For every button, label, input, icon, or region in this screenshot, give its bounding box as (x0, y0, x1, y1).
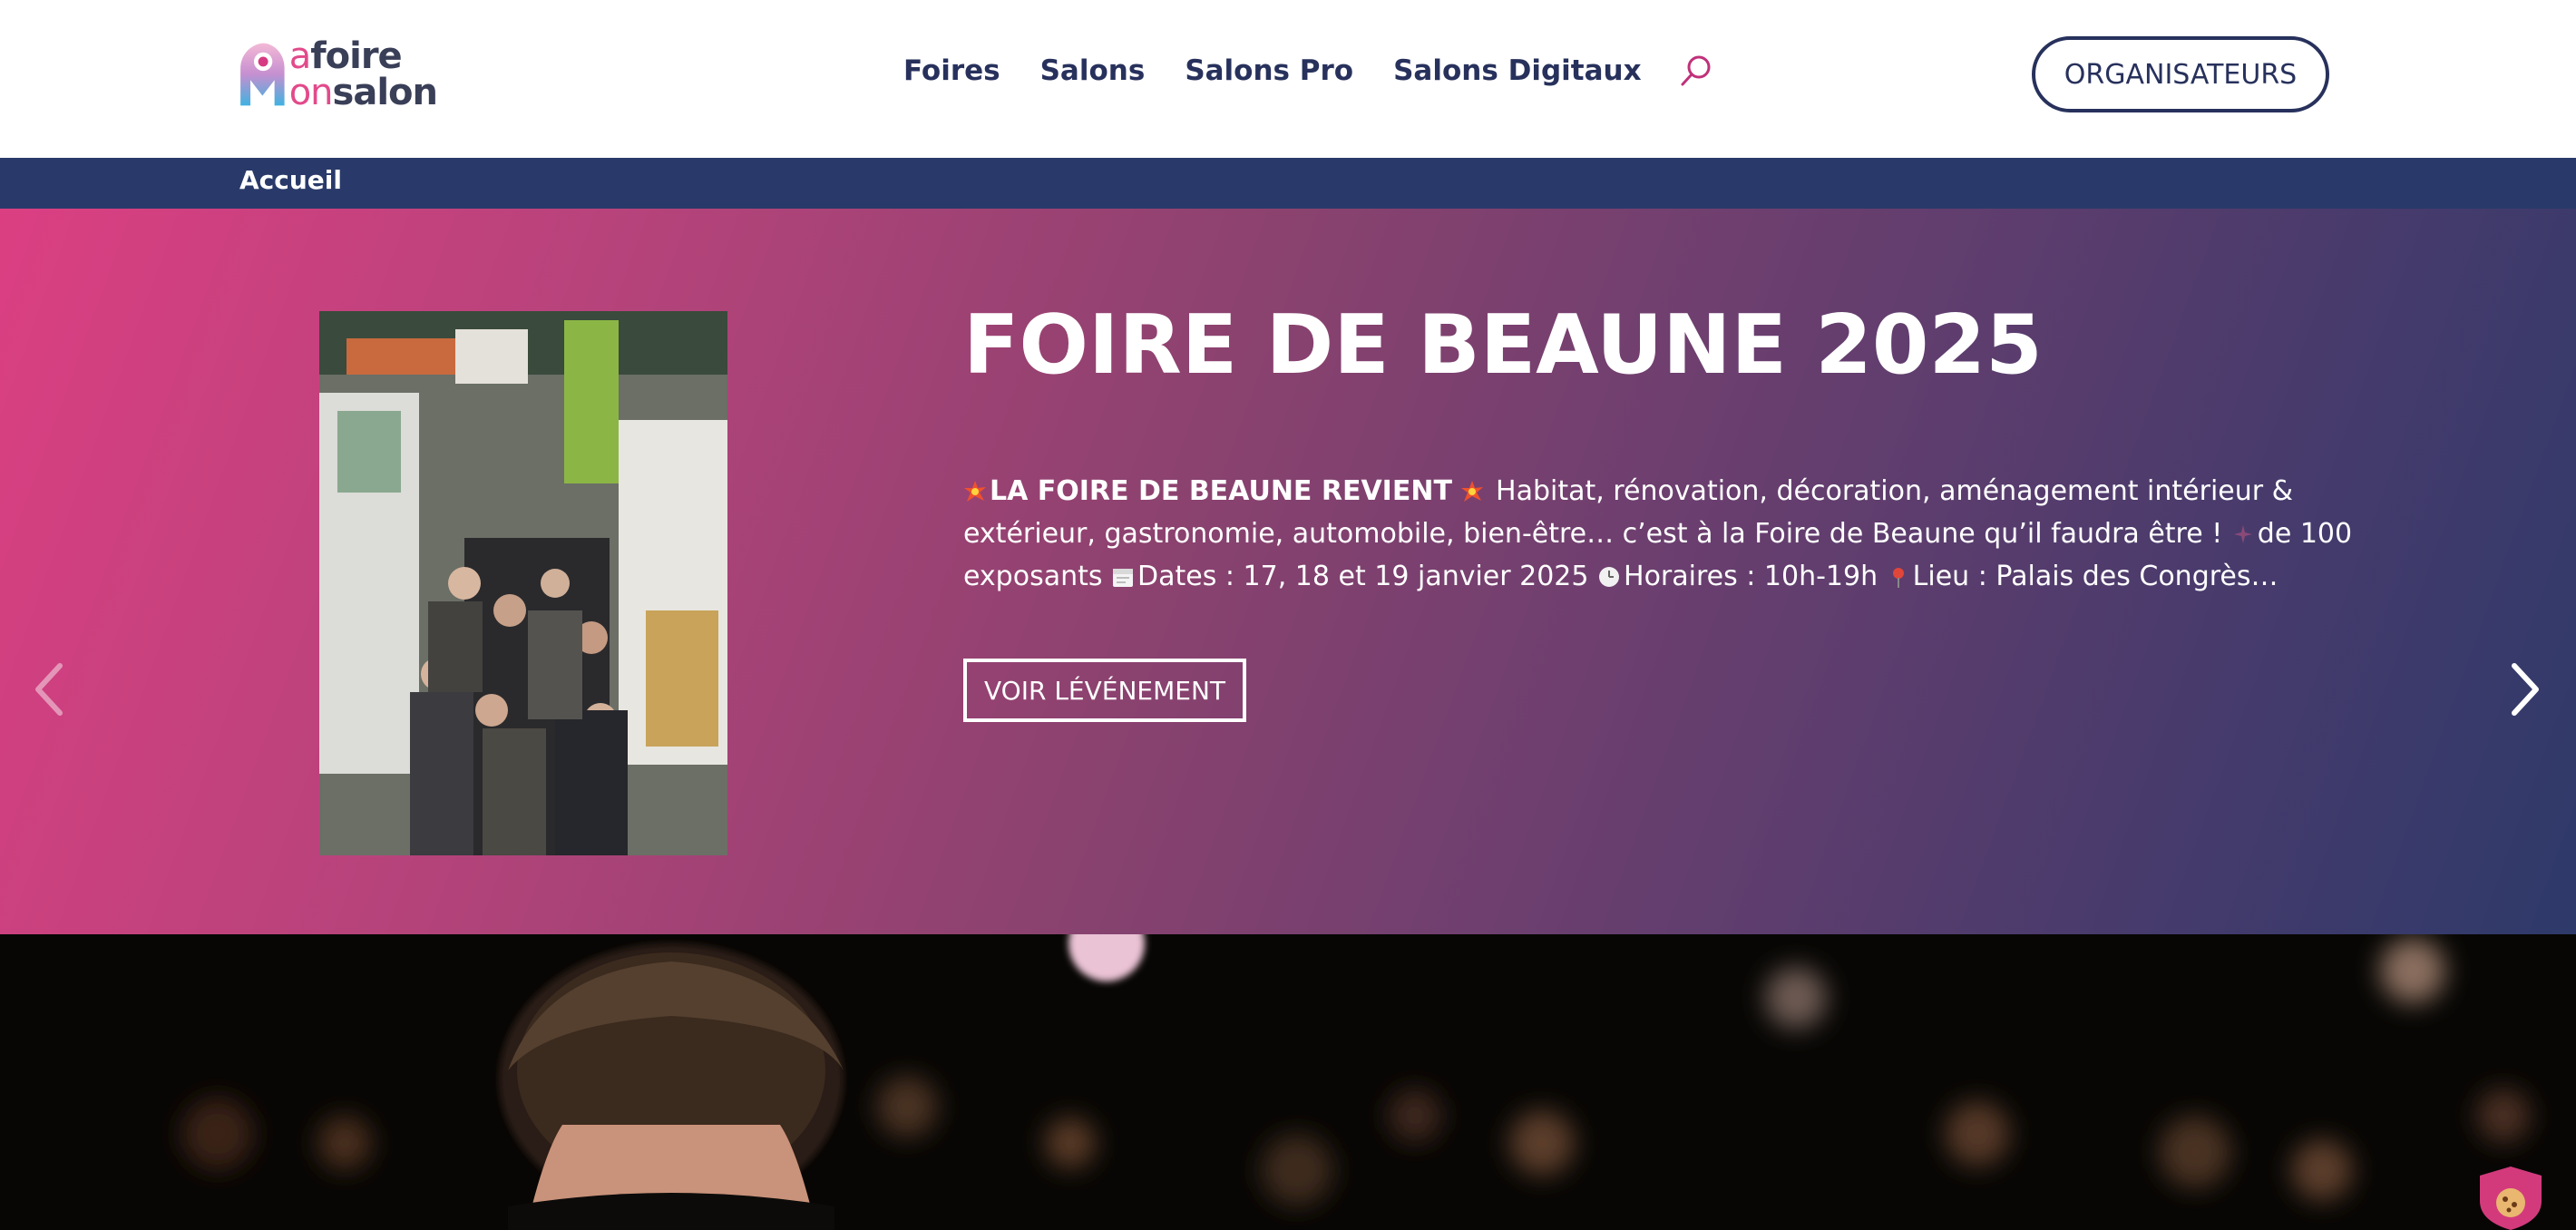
background-photo (0, 934, 2576, 1230)
event-photo[interactable] (319, 311, 727, 855)
sparkle-icon (2233, 525, 2252, 543)
event-title: FOIRE DE BEAUNE 2025 (963, 298, 2043, 393)
event-description-text-3: Dates : 17, 18 et 19 janvier 2025 (1137, 561, 1598, 592)
main-nav: Foires Salons Salons Pro Salons Digitaux (903, 53, 1714, 89)
nav-item-foires[interactable]: Foires (903, 54, 1000, 87)
cookie-icon[interactable] (2476, 1165, 2545, 1230)
event-description-text-4: Horaires : 10h-19h (1624, 561, 1887, 592)
logo-mark-icon (240, 43, 285, 106)
event-description-text-5: Lieu : Palais des Congrès… (1912, 561, 2278, 592)
nav-item-salons-pro[interactable]: Salons Pro (1185, 54, 1353, 87)
pin-icon (1892, 568, 1904, 588)
hero-slider: FOIRE DE BEAUNE 2025 LA FOIRE DE BEAUNE … (0, 209, 2576, 934)
event-description: LA FOIRE DE BEAUNE REVIENT Habitat, réno… (963, 470, 2378, 598)
search-icon[interactable] (1678, 53, 1714, 89)
clock-icon (1599, 567, 1620, 587)
nav-item-salons[interactable]: Salons (1040, 54, 1146, 87)
view-event-button[interactable]: VOIR LÉVÉNEMENT (963, 659, 1246, 722)
event-description-bold: LA FOIRE DE BEAUNE REVIENT (990, 475, 1452, 507)
site-logo[interactable]: afoire onsalon (238, 31, 438, 118)
breadcrumb: Accueil (0, 158, 2576, 209)
chevron-left-icon[interactable] (24, 653, 74, 726)
chevron-right-icon[interactable] (2500, 653, 2551, 726)
calendar-icon (1113, 569, 1134, 587)
organisers-button[interactable]: ORGANISATEURS (2032, 36, 2329, 112)
breadcrumb-home[interactable]: Accueil (239, 165, 342, 195)
site-header: afoire onsalon Foires Salons Salons Pro … (0, 0, 2576, 158)
collision-icon (1461, 481, 1484, 502)
logo-text-salon: salon (332, 72, 438, 113)
nav-item-salons-digitaux[interactable]: Salons Digitaux (1393, 54, 1641, 87)
collision-icon (964, 481, 986, 502)
logo-text-on: on (288, 72, 334, 113)
